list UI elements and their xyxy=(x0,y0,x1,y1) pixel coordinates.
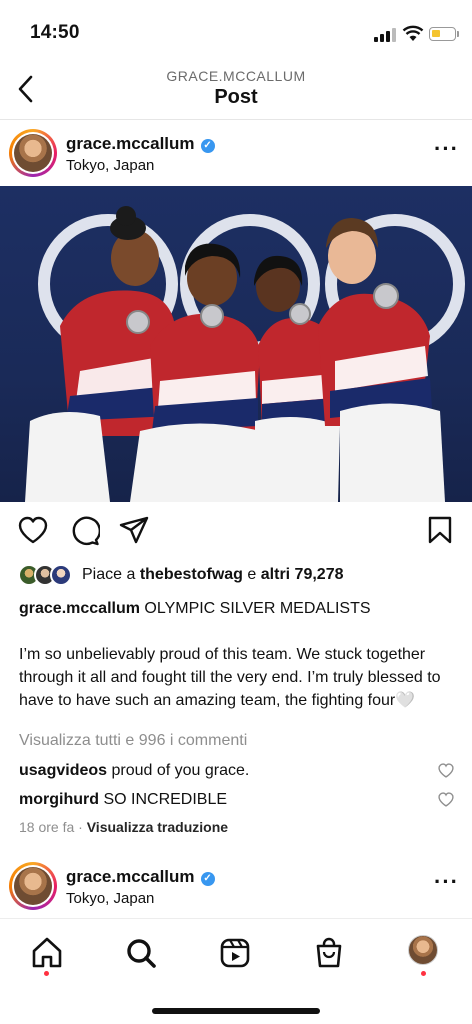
search-icon[interactable] xyxy=(121,933,161,973)
battery-icon xyxy=(429,27,456,41)
cellular-signal-icon xyxy=(374,28,396,42)
next-author-username[interactable]: grace.mccallum ✓ xyxy=(66,867,215,887)
profile-notification-dot xyxy=(421,971,426,976)
likes-connector: e xyxy=(247,566,257,583)
page-title: Post xyxy=(214,86,258,108)
username-text[interactable]: grace.mccallum xyxy=(66,134,195,153)
post-author-row: grace.mccallum ✓ Tokyo, Japan ··· xyxy=(0,120,472,186)
heart-icon[interactable] xyxy=(18,516,48,544)
post-meta: 18 ore fa · Visualizza traduzione xyxy=(19,819,228,835)
verified-badge-icon: ✓ xyxy=(200,139,215,153)
home-icon[interactable] xyxy=(27,933,67,973)
caption-headline: OLYMPIC SILVER MEDALISTS xyxy=(144,600,371,617)
avatar[interactable] xyxy=(9,129,57,177)
profile-avatar[interactable] xyxy=(408,935,438,965)
comment-bubble-icon[interactable] xyxy=(70,516,100,546)
comment-username[interactable]: morgihurd xyxy=(19,791,99,808)
post-header: GRACE.MCCALLUM Post xyxy=(0,62,472,120)
caption-username[interactable]: grace.mccallum xyxy=(19,600,140,617)
likes-count[interactable]: altri 79,278 xyxy=(261,566,344,583)
wifi-icon xyxy=(402,25,424,41)
post-time: 18 ore fa xyxy=(19,819,75,835)
comment-row: morgihurd SO INCREDIBLE xyxy=(19,791,439,809)
olympic-team-photo xyxy=(25,206,465,502)
likes-prefix: Piace a xyxy=(82,566,136,583)
next-post-author-row: grace.mccallum ✓ Tokyo, Japan ··· xyxy=(0,853,472,919)
comment-like-heart-icon[interactable] xyxy=(438,792,454,807)
avatar[interactable] xyxy=(9,862,57,910)
liker-avatar xyxy=(50,564,72,586)
view-all-comments-link[interactable]: Visualizza tutti e 996 i commenti xyxy=(19,732,247,750)
username-text[interactable]: grace.mccallum xyxy=(66,867,195,886)
bookmark-icon[interactable] xyxy=(428,516,452,544)
status-time: 14:50 xyxy=(30,22,80,43)
verified-badge-icon: ✓ xyxy=(200,872,215,886)
post-photo[interactable] xyxy=(0,186,472,502)
next-post-location[interactable]: Tokyo, Japan xyxy=(66,890,154,907)
post-location[interactable]: Tokyo, Japan xyxy=(66,157,154,174)
meta-separator: · xyxy=(78,819,83,835)
comment-username[interactable]: usagvideos xyxy=(19,762,107,779)
more-horizontal-icon[interactable]: ··· xyxy=(434,871,459,893)
translate-link[interactable]: Visualizza traduzione xyxy=(87,819,228,835)
likes-text[interactable]: Piace a thebestofwag e altri 79,278 xyxy=(82,566,344,584)
home-notification-dot xyxy=(44,971,49,976)
status-bar: 14:50 xyxy=(0,0,472,62)
comment-text: proud of you grace. xyxy=(111,762,250,779)
shop-bag-icon[interactable] xyxy=(309,933,349,973)
reels-icon[interactable] xyxy=(215,933,255,973)
header-subtitle: GRACE.MCCALLUM xyxy=(166,68,306,84)
more-horizontal-icon[interactable]: ··· xyxy=(434,138,459,160)
home-indicator[interactable] xyxy=(152,1008,320,1014)
likes-summary[interactable]: Piace a thebestofwag e altri 79,278 xyxy=(18,563,468,589)
liker-username[interactable]: thebestofwag xyxy=(140,566,243,583)
caption-body: I’m so unbelievably proud of this team. … xyxy=(19,646,441,709)
paper-plane-icon[interactable] xyxy=(119,516,149,544)
caption-headline-row: grace.mccallum OLYMPIC SILVER MEDALISTS xyxy=(19,597,459,620)
author-username[interactable]: grace.mccallum ✓ xyxy=(66,134,215,154)
comment-text: SO INCREDIBLE xyxy=(103,791,228,808)
comment-row: usagvideos proud of you grace. xyxy=(19,762,439,780)
comment-like-heart-icon[interactable] xyxy=(438,763,454,778)
post-actions xyxy=(0,512,472,554)
